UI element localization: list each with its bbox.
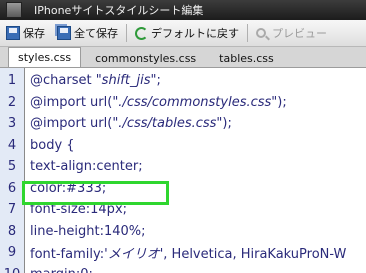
line-number: 1 <box>7 73 17 89</box>
code-line[interactable]: 1 @charset "shift_jis"; <box>0 70 366 92</box>
restore-default-button[interactable]: デフォルトに戻す <box>129 22 245 44</box>
tab-label: commonstyles.css <box>95 51 197 65</box>
string-literal: "shift_jis" <box>95 73 157 89</box>
code-text: text-align:center; <box>30 159 143 175</box>
code-token: , Helvetica, HiraKakuProN-W <box>163 247 347 263</box>
code-text: margin:0; <box>24 267 93 273</box>
code-line[interactable]: 5 text-align:center; <box>0 156 366 178</box>
save-all-button[interactable]: 全て保存 <box>51 22 124 44</box>
restore-default-label: デフォルトに戻す <box>151 27 239 40</box>
code-token: @charset <box>30 73 96 89</box>
code-text: @import url("./css/commonstyles.css"); <box>24 95 287 110</box>
code-token: ); <box>222 116 232 132</box>
save-all-label: 全て保存 <box>74 27 118 40</box>
toolbar: 保存 全て保存 デフォルトに戻す プレビュー <box>0 20 366 47</box>
save-icon <box>6 26 20 40</box>
preview-button[interactable]: プレビュー <box>250 22 333 44</box>
string-literal: "./css/commonstyles.css" <box>112 94 278 110</box>
line-number: 2 <box>7 94 17 110</box>
tab-label: styles.css <box>18 51 72 64</box>
code-line[interactable]: 8 line-height:140%; <box>0 221 366 243</box>
code-token: font-family: <box>30 247 105 263</box>
line-number: 10 <box>0 267 24 273</box>
line-number: 3 <box>7 116 17 132</box>
preview-label: プレビュー <box>272 27 327 40</box>
code-editor[interactable]: 1 @charset "shift_jis"; 2 @import url("./cs… <box>0 68 366 273</box>
code-line[interactable]: 9 font-family:'メイリオ', Helvetica, HiraKaku… <box>0 242 366 264</box>
line-number: 4 <box>7 137 17 153</box>
code-line[interactable]: 2 @import url("./css/commonstyles.css"); <box>0 92 366 114</box>
save-label: 保存 <box>23 27 45 40</box>
line-number: 5 <box>7 159 17 175</box>
string-literal: "./css/tables.css" <box>112 116 223 132</box>
code-area[interactable]: 1 @charset "shift_jis"; 2 @import url("./cs… <box>0 70 366 273</box>
code-token: @import url( <box>30 94 113 110</box>
code-line[interactable]: 4 body { <box>0 135 366 157</box>
code-token: ; <box>156 73 161 89</box>
line-number: 6 <box>7 180 17 196</box>
save-all-icon <box>57 26 71 40</box>
code-text: @charset "shift_jis"; <box>24 73 161 88</box>
preview-icon <box>256 28 266 38</box>
code-text: body { <box>30 137 75 153</box>
code-text: font-family:'メイリオ', Helvetica, HiraKakuP… <box>24 243 346 262</box>
tab-commonstyles-css[interactable]: commonstyles.css <box>86 49 205 67</box>
tab-styles-css[interactable]: styles.css <box>8 47 82 67</box>
app-icon <box>6 2 22 18</box>
window-title: IPhoneサイトスタイルシート編集 <box>34 4 204 17</box>
line-number: 9 <box>7 245 17 261</box>
tab-tables-css[interactable]: tables.css <box>210 49 283 67</box>
toolbar-separator <box>126 24 127 42</box>
line-number: 8 <box>7 223 17 239</box>
code-text: line-height:140%; <box>30 223 146 239</box>
toolbar-separator <box>247 24 248 42</box>
file-tabs: styles.css commonstyles.css tables.css <box>0 47 366 68</box>
title-bar: IPhoneサイトスタイルシート編集 <box>0 0 366 20</box>
string-literal: 'メイリオ' <box>104 247 164 263</box>
code-line[interactable]: 3 @import url("./css/tables.css"); <box>0 113 366 135</box>
restore-icon <box>135 26 148 40</box>
code-text: @import url("./css/tables.css"); <box>24 116 232 131</box>
tab-label: tables.css <box>219 51 274 65</box>
highlight-box <box>22 181 169 205</box>
save-button[interactable]: 保存 <box>0 22 51 44</box>
code-line[interactable]: 10margin:0; <box>0 264 366 273</box>
code-token: ); <box>277 94 287 110</box>
line-number: 7 <box>7 202 17 218</box>
code-token: @import url( <box>30 116 113 132</box>
